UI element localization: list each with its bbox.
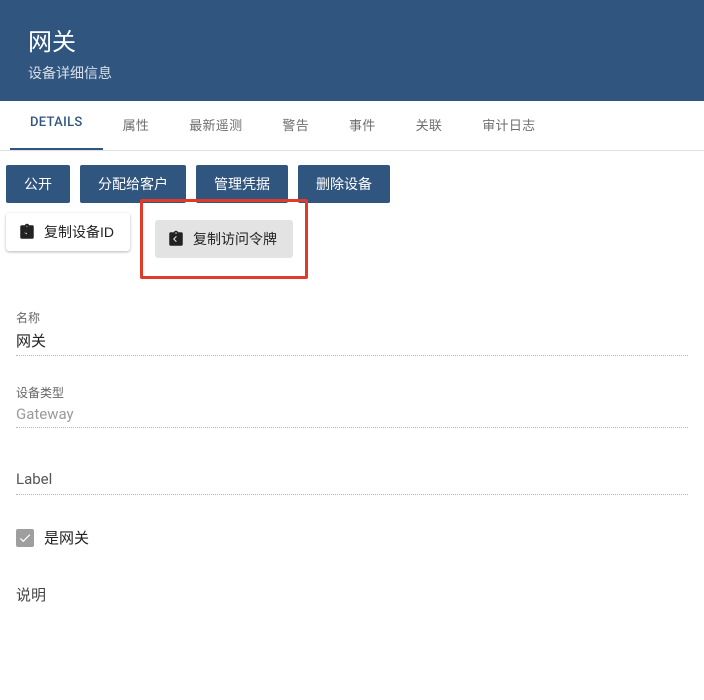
name-field: 名称 网关 (16, 309, 688, 356)
page-title: 网关 (28, 22, 676, 57)
primary-actions: 公开 分配给客户 管理凭据 删除设备 (0, 151, 704, 213)
tab-attributes[interactable]: 属性 (103, 101, 170, 150)
label-placeholder: Label (16, 470, 52, 488)
type-field: 设备类型 Gateway (16, 384, 688, 428)
copy-access-token-label: 复制访问令牌 (193, 229, 277, 249)
highlight-annotation: 复制访问令牌 (140, 199, 308, 279)
is-gateway-field[interactable]: 是网关 (16, 523, 688, 548)
delete-device-button[interactable]: 删除设备 (298, 165, 390, 203)
assign-customer-button[interactable]: 分配给客户 (80, 165, 186, 203)
tab-telemetry[interactable]: 最新遥测 (169, 101, 262, 150)
page-header: 网关 设备详细信息 (0, 0, 704, 101)
secondary-actions: 复制设备ID 复制访问令牌 (0, 213, 704, 293)
type-value[interactable]: Gateway (16, 405, 688, 428)
tab-events[interactable]: 事件 (329, 101, 396, 150)
tab-audit[interactable]: 审计日志 (462, 101, 555, 150)
label-value[interactable]: Label (16, 456, 688, 495)
type-label: 设备类型 (16, 384, 688, 401)
clipboard-icon (167, 230, 185, 248)
manage-credentials-button[interactable]: 管理凭据 (196, 165, 288, 203)
copy-access-token-button[interactable]: 复制访问令牌 (155, 220, 293, 258)
description-label: 说明 (16, 584, 688, 605)
clipboard-icon (18, 223, 36, 241)
label-field: Label (16, 456, 688, 495)
tab-alarms[interactable]: 警告 (262, 101, 329, 150)
tab-details[interactable]: DETAILS (10, 101, 103, 150)
copy-device-id-label: 复制设备ID (44, 222, 114, 242)
name-label: 名称 (16, 309, 688, 326)
checkbox-checked-icon (16, 529, 34, 547)
is-gateway-label: 是网关 (44, 527, 89, 548)
publish-button[interactable]: 公开 (6, 165, 70, 203)
page-subtitle: 设备详细信息 (28, 63, 676, 83)
tab-relations[interactable]: 关联 (396, 101, 463, 150)
copy-device-id-button[interactable]: 复制设备ID (6, 213, 130, 251)
details-form: 名称 网关 设备类型 Gateway Label 是网关 说明 (0, 293, 704, 621)
name-value[interactable]: 网关 (16, 330, 688, 356)
tabs-bar: DETAILS 属性 最新遥测 警告 事件 关联 审计日志 (0, 101, 704, 151)
